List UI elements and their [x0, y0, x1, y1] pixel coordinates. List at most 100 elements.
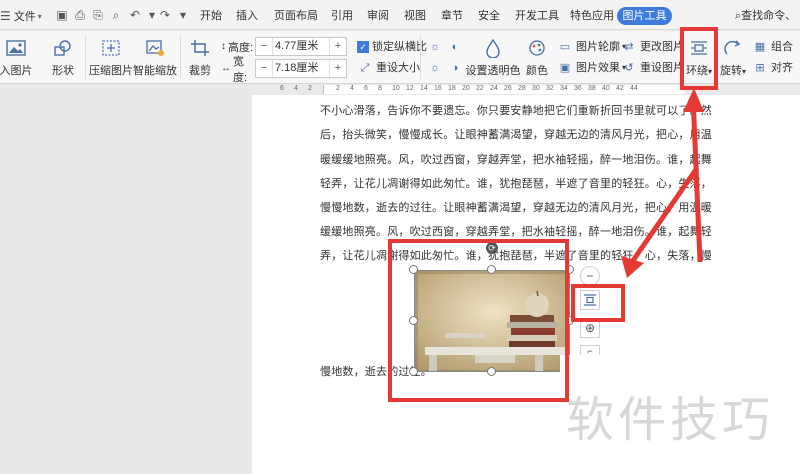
insert-picture-label: 入图片: [0, 65, 33, 77]
export-icon[interactable]: ⎙: [73, 8, 87, 22]
shape-button[interactable]: 形状: [47, 37, 79, 78]
align-button[interactable]: ⊞ 对齐: [752, 60, 793, 76]
ruler-number: 2: [336, 85, 340, 92]
menu-bar: ☰ 文件 ▾ ▣ ⎙ ⎘ ⌕ ↶ ▾ ↷ ▾ 开始 插入 页面布局 引用 审阅 …: [0, 0, 800, 30]
paragraph-line[interactable]: 后，抬头微笑，慢慢成长。让眼神蓄满渴望，穿越无边的清风月光，把心，用温: [320, 126, 712, 142]
outline-icon: ▭: [559, 41, 571, 53]
tab-review[interactable]: 审阅: [367, 8, 389, 24]
highlight-box-picture: [388, 239, 569, 402]
undo-icon[interactable]: ↶: [128, 8, 142, 22]
rotate-icon: [721, 37, 745, 59]
width-value[interactable]: 7.18厘米: [272, 60, 330, 77]
customize-dropdown-icon[interactable]: ▾: [176, 8, 190, 22]
tab-developer[interactable]: 开发工具: [515, 8, 559, 24]
group-button[interactable]: ▦ 组合: [752, 39, 793, 55]
ruler-number: 4: [294, 85, 298, 92]
menu-icon: ☰: [0, 9, 11, 23]
width-decrement-button[interactable]: −: [256, 60, 272, 77]
contrast-down-button[interactable]: ◑: [447, 60, 466, 76]
lock-ratio-checkbox[interactable]: ✓ 锁定纵横比: [357, 39, 427, 55]
tab-page-layout[interactable]: 页面布局: [274, 8, 318, 24]
color-palette-icon: [525, 37, 549, 59]
width-icon: ↔: [221, 63, 231, 74]
tab-insert[interactable]: 插入: [236, 8, 258, 24]
tab-view[interactable]: 视图: [404, 8, 426, 24]
file-menu[interactable]: ☰ 文件 ▾: [0, 7, 46, 25]
height-value[interactable]: 4.77厘米: [272, 38, 330, 55]
tab-security[interactable]: 安全: [478, 8, 500, 24]
tab-references[interactable]: 引用: [331, 8, 353, 24]
preview-icon[interactable]: ⌕: [109, 8, 123, 22]
ruler-number: 6: [280, 85, 284, 92]
brightness-down-button[interactable]: ☼: [427, 60, 446, 76]
ruler-number: 16: [434, 85, 442, 92]
reset-picture-button[interactable]: ↺ 重设图片: [621, 60, 684, 76]
ruler-number: 2: [308, 85, 312, 92]
ruler-number: 18: [448, 85, 456, 92]
lock-ratio-label: 锁定纵横比: [372, 41, 427, 53]
redo-icon[interactable]: ↷: [158, 8, 172, 22]
picture-effects-button[interactable]: ▣ 图片效果 ▾: [557, 60, 626, 76]
ruler-number: 42: [616, 85, 624, 92]
ruler-number: 10: [392, 85, 400, 92]
brightness-up-button[interactable]: ☼: [427, 39, 446, 55]
width-label: 宽度:: [233, 55, 248, 84]
tab-home[interactable]: 开始: [200, 8, 222, 24]
paragraph-line[interactable]: 轻弄，让花儿凋谢得如此匆忙。谁，犹抱琵琶，半遮了音里的轻狂。心，失落，: [320, 175, 712, 191]
insert-picture-button[interactable]: 入图片: [0, 37, 36, 78]
align-icon: ⊞: [755, 62, 765, 74]
compress-picture-label: 压缩图片: [89, 65, 133, 77]
color-button[interactable]: 颜色: [520, 37, 554, 78]
chevron-down-icon: ▾: [741, 67, 746, 76]
brightness-up-icon: ☼: [429, 41, 441, 53]
ruler-number: 8: [378, 85, 382, 92]
crop-icon: [188, 37, 212, 59]
ruler-number: 4: [350, 85, 354, 92]
chevron-down-icon: ▾: [37, 11, 42, 21]
smart-zoom-button[interactable]: 智能缩放: [133, 37, 177, 78]
file-menu-label: 文件: [13, 11, 36, 23]
more-tools-button[interactable]: ⌐: [580, 345, 600, 356]
set-transparent-button[interactable]: 设置透明色: [466, 37, 521, 78]
paragraph-line[interactable]: 不小心滑落，告诉你不要遗忘。你只要安静地把它们重新折回书里就可以了。然: [320, 102, 712, 118]
highlight-box-layout-button: [571, 284, 625, 322]
save-icon[interactable]: ▣: [55, 8, 69, 22]
change-picture-button[interactable]: ⇄ 更改图片: [621, 39, 684, 55]
group-label: 组合: [771, 41, 793, 53]
width-field[interactable]: − 7.18厘米 +: [255, 59, 347, 78]
tab-special[interactable]: 特色应用: [570, 8, 614, 24]
contrast-up-button[interactable]: ◐: [447, 39, 466, 55]
align-label: 对齐: [771, 62, 793, 74]
picture-outline-button[interactable]: ▭ 图片轮廓 ▾: [557, 39, 626, 55]
undo-dropdown-icon[interactable]: ▾: [145, 8, 159, 22]
height-field[interactable]: − 4.77厘米 +: [255, 37, 347, 56]
rotate-label-wrap: 旋转▾: [720, 62, 746, 78]
outline-label: 图片轮廓: [576, 41, 620, 53]
width-increment-button[interactable]: +: [330, 60, 346, 77]
color-label: 颜色: [526, 65, 548, 77]
ruler-number: 28: [518, 85, 526, 92]
paragraph-line[interactable]: 暖缓缓地照亮。风，吹过西窗，穿越弄堂，把水袖轻摇，醉一地泪伤。谁，起舞: [320, 151, 712, 167]
ruler-number: 14: [420, 85, 428, 92]
ribbon-divider: [420, 35, 421, 79]
collapse-toolbar-button[interactable]: −: [580, 266, 600, 286]
reset-size-label: 重设大小: [376, 62, 420, 74]
tab-chapter[interactable]: 章节: [441, 8, 463, 24]
compress-picture-button[interactable]: 压缩图片: [89, 37, 133, 78]
print-icon[interactable]: ⎘: [91, 8, 105, 22]
tab-picture-tools[interactable]: 图片工具: [617, 7, 672, 25]
crop-button[interactable]: 裁剪: [184, 37, 216, 78]
ribbon-divider: [85, 35, 86, 79]
paragraph-line[interactable]: 缓缓地照亮。风，吹过西窗，穿越弄堂，把水袖轻摇，醉一地泪伤。谁，起舞轻: [320, 223, 712, 239]
search-command[interactable]: ⌕查找命令、: [735, 8, 800, 24]
rotate-button[interactable]: 旋转▾: [718, 37, 748, 78]
height-icon: ↕: [221, 41, 226, 52]
reset-size-button[interactable]: ⤢ 重设大小: [357, 60, 420, 76]
shape-icon: [51, 37, 75, 59]
height-increment-button[interactable]: +: [330, 38, 346, 55]
height-decrement-button[interactable]: −: [256, 38, 272, 55]
brightness-down-icon: ☼: [429, 62, 441, 74]
ruler-number: 22: [476, 85, 484, 92]
paragraph-line[interactable]: 慢慢地数，逝去的过往。让眼神蓄满渴望，穿越无边的清风月光，把心，用温暖: [320, 199, 712, 215]
width-stepper[interactable]: ↔ 宽度: − 7.18厘米 +: [221, 56, 347, 84]
